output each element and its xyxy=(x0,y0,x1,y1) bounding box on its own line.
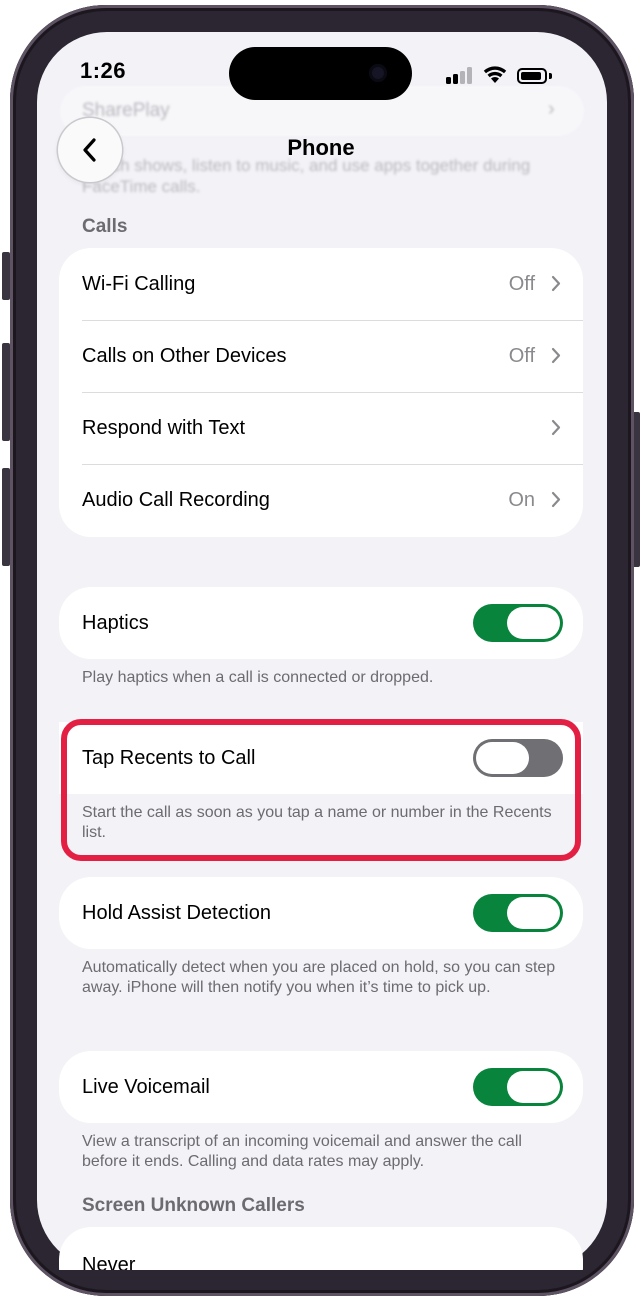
action-button xyxy=(2,252,10,300)
status-time: 1:26 xyxy=(80,58,127,83)
audio-call-recording-label: Audio Call Recording xyxy=(82,488,270,511)
hold-assist-row: Hold Assist Detection xyxy=(59,877,583,949)
blurred-shareplay-description: Watch shows, listen to music, and use ap… xyxy=(82,156,531,196)
wifi-calling-label: Wi-Fi Calling xyxy=(82,272,196,295)
haptics-group: Haptics xyxy=(59,587,583,659)
haptics-row: Haptics xyxy=(59,587,583,659)
blurred-chevron-icon: › xyxy=(548,98,555,120)
wifi-icon xyxy=(483,66,507,83)
volume-down-button xyxy=(2,468,10,566)
respond-with-text-row[interactable]: Respond with Text xyxy=(59,392,583,464)
volume-up-button xyxy=(2,343,10,441)
tap-recents-row: Tap Recents to Call xyxy=(59,722,583,794)
dynamic-island xyxy=(229,47,412,100)
calls-on-other-devices-row[interactable]: Calls on Other Devices Off xyxy=(59,320,583,392)
chevron-right-icon xyxy=(551,491,561,508)
audio-call-recording-value: On xyxy=(508,488,535,511)
haptics-toggle[interactable] xyxy=(473,604,563,642)
chevron-right-icon xyxy=(551,275,561,292)
tap-recents-footnote: Start the call as soon as you tap a name… xyxy=(82,804,552,841)
audio-call-recording-row[interactable]: Audio Call Recording On xyxy=(59,464,583,536)
live-voicemail-label: Live Voicemail xyxy=(82,1075,210,1098)
haptics-label: Haptics xyxy=(82,611,149,634)
toggle-knob xyxy=(476,742,529,774)
wifi-calling-row[interactable]: Wi-Fi Calling Off xyxy=(59,248,583,320)
toggle-knob xyxy=(507,897,560,929)
tap-recents-group: Tap Recents to Call xyxy=(59,722,583,794)
tap-recents-label: Tap Recents to Call xyxy=(82,746,256,769)
cellular-signal-icon xyxy=(446,66,474,84)
calls-section-header: Calls xyxy=(82,216,128,237)
screen-unknown-callers-header: Screen Unknown Callers xyxy=(82,1195,305,1216)
hold-assist-footnote: Automatically detect when you are placed… xyxy=(82,959,556,996)
live-voicemail-row: Live Voicemail xyxy=(59,1051,583,1123)
hold-assist-toggle[interactable] xyxy=(473,894,563,932)
page-title: Phone xyxy=(287,135,355,160)
live-voicemail-toggle[interactable] xyxy=(473,1068,563,1106)
chevron-right-icon xyxy=(551,419,561,436)
hold-assist-label: Hold Assist Detection xyxy=(82,901,271,924)
wifi-calling-value: Off xyxy=(508,272,535,295)
tap-recents-toggle[interactable] xyxy=(473,739,563,777)
toggle-knob xyxy=(507,1071,560,1103)
battery-cap xyxy=(549,73,552,79)
calls-on-other-devices-label: Calls on Other Devices xyxy=(82,344,287,367)
chevron-right-icon xyxy=(551,347,561,364)
calls-on-other-devices-value: Off xyxy=(508,344,535,367)
respond-with-text-label: Respond with Text xyxy=(82,416,246,439)
live-voicemail-group: Live Voicemail xyxy=(59,1051,583,1123)
calls-group: Wi-Fi Calling Off Calls on Other Devices… xyxy=(59,248,583,537)
toggle-knob xyxy=(507,607,560,639)
battery-icon xyxy=(517,68,547,84)
hold-assist-group: Hold Assist Detection xyxy=(59,877,583,949)
live-voicemail-footnote: View a transcript of an incoming voicema… xyxy=(82,1133,522,1170)
front-camera-icon xyxy=(369,64,387,82)
haptics-footnote: Play haptics when a call is connected or… xyxy=(82,669,434,686)
